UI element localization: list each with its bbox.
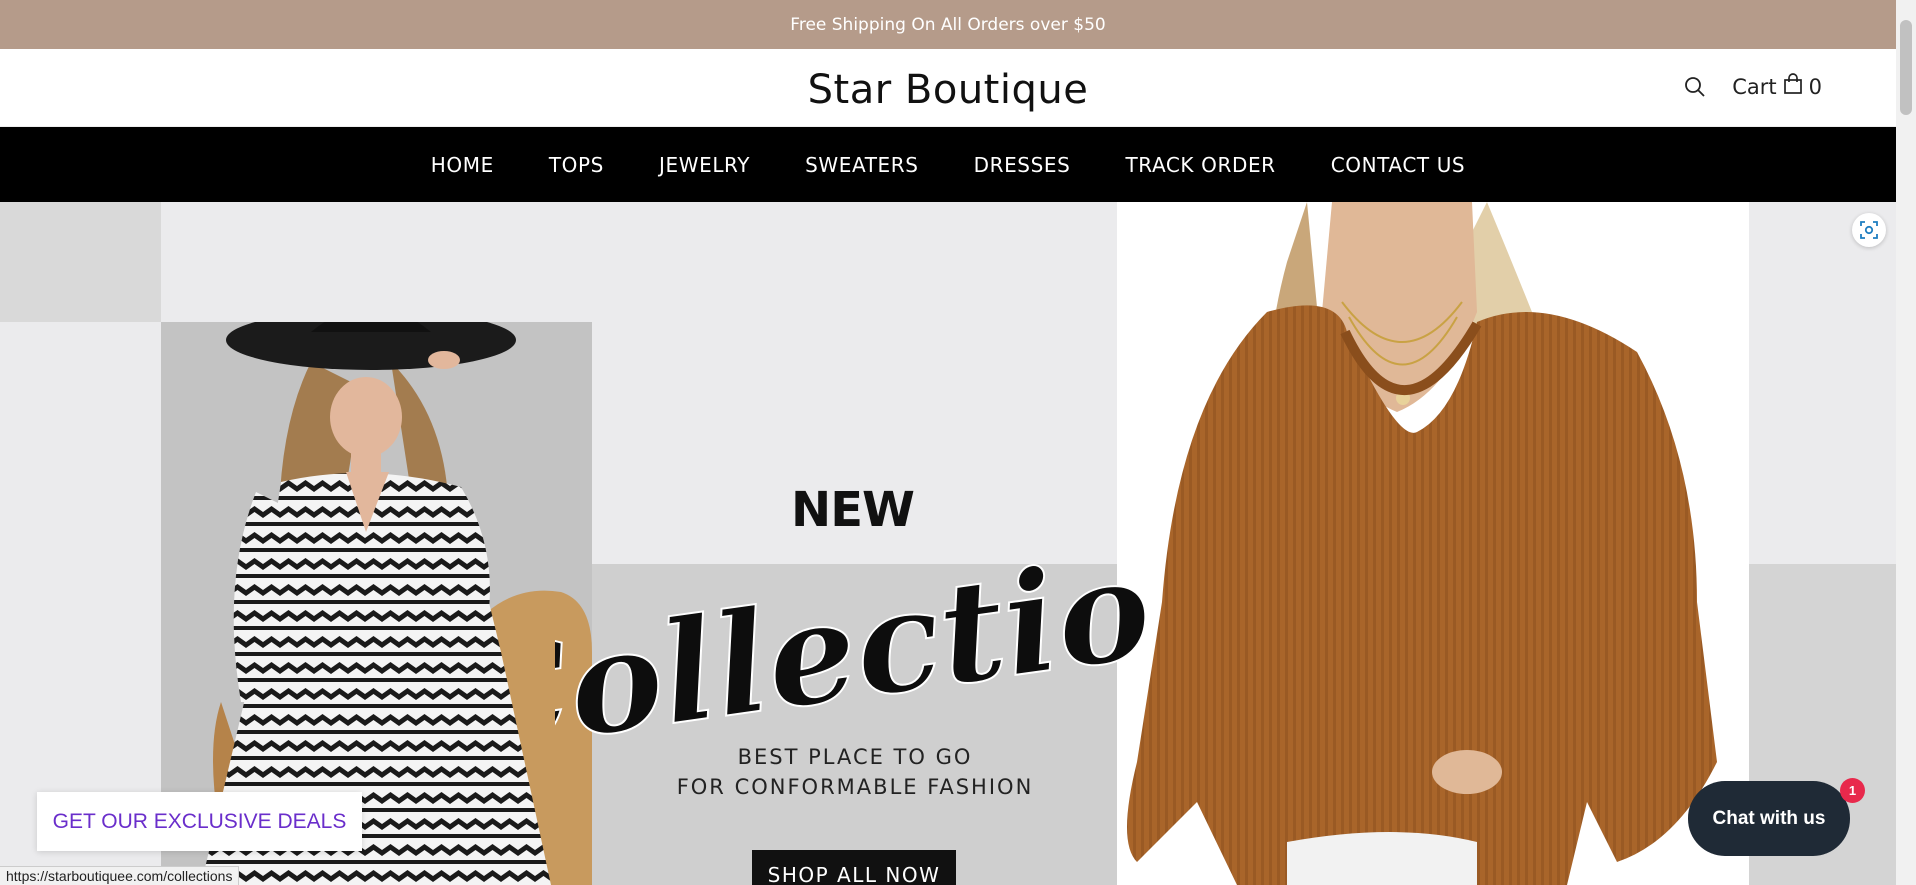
nav-item-sweaters[interactable]: SWEATERS <box>805 153 918 177</box>
nav-item-home[interactable]: HOME <box>431 153 494 177</box>
hero-headline-collection: Collection <box>555 532 1155 762</box>
hero-banner[interactable]: NEW Collection BEST PLACE TO GO FOR CONF… <box>0 202 1896 885</box>
hero-tagline: BEST PLACE TO GO FOR CONFORMABLE FASHION <box>650 742 1060 802</box>
site-logo[interactable]: Star Boutique <box>0 67 1896 113</box>
nav-item-contact-us[interactable]: CONTACT US <box>1331 153 1466 177</box>
site-header: Star Boutique Cart 0 <box>0 49 1896 127</box>
hero-headline-new: NEW <box>791 482 915 538</box>
cart-link[interactable]: Cart 0 <box>1732 73 1822 100</box>
chat-notification-badge: 1 <box>1840 778 1865 803</box>
main-nav: HOME TOPS JEWELRY SWEATERS DRESSES TRACK… <box>0 127 1896 202</box>
visual-search-icon[interactable] <box>1852 213 1886 247</box>
shop-all-now-button[interactable]: SHOP ALL NOW <box>752 850 956 885</box>
cart-label: Cart <box>1732 74 1777 99</box>
status-bar-url: https://starboutiquee.com/collections <box>0 866 240 885</box>
search-icon[interactable] <box>1682 74 1708 100</box>
hero-background-block <box>0 202 161 322</box>
hero-tagline-line1: BEST PLACE TO GO <box>737 745 973 769</box>
page: Free Shipping On All Orders over $50 Sta… <box>0 0 1916 885</box>
hero-tagline-line2: FOR CONFORMABLE FASHION <box>676 775 1034 799</box>
scrollbar-thumb[interactable] <box>1900 20 1912 115</box>
nav-item-track-order[interactable]: TRACK ORDER <box>1125 153 1275 177</box>
shopping-bag-icon <box>1783 73 1803 100</box>
exclusive-deals-popup[interactable]: GET OUR EXCLUSIVE DEALS <box>37 792 362 851</box>
header-actions: Cart 0 <box>1682 73 1822 100</box>
cart-count: 0 <box>1808 74 1822 99</box>
scrollbar-track[interactable] <box>1896 0 1916 885</box>
announcement-bar: Free Shipping On All Orders over $50 <box>0 0 1896 49</box>
nav-item-jewelry[interactable]: JEWELRY <box>659 153 750 177</box>
svg-text:Collection: Collection <box>555 532 1155 762</box>
chat-with-us-button[interactable]: Chat with us <box>1688 781 1850 856</box>
nav-item-dresses[interactable]: DRESSES <box>974 153 1071 177</box>
nav-item-tops[interactable]: TOPS <box>549 153 604 177</box>
model-sweater-photo <box>1117 202 1749 885</box>
announcement-text: Free Shipping On All Orders over $50 <box>790 14 1106 35</box>
